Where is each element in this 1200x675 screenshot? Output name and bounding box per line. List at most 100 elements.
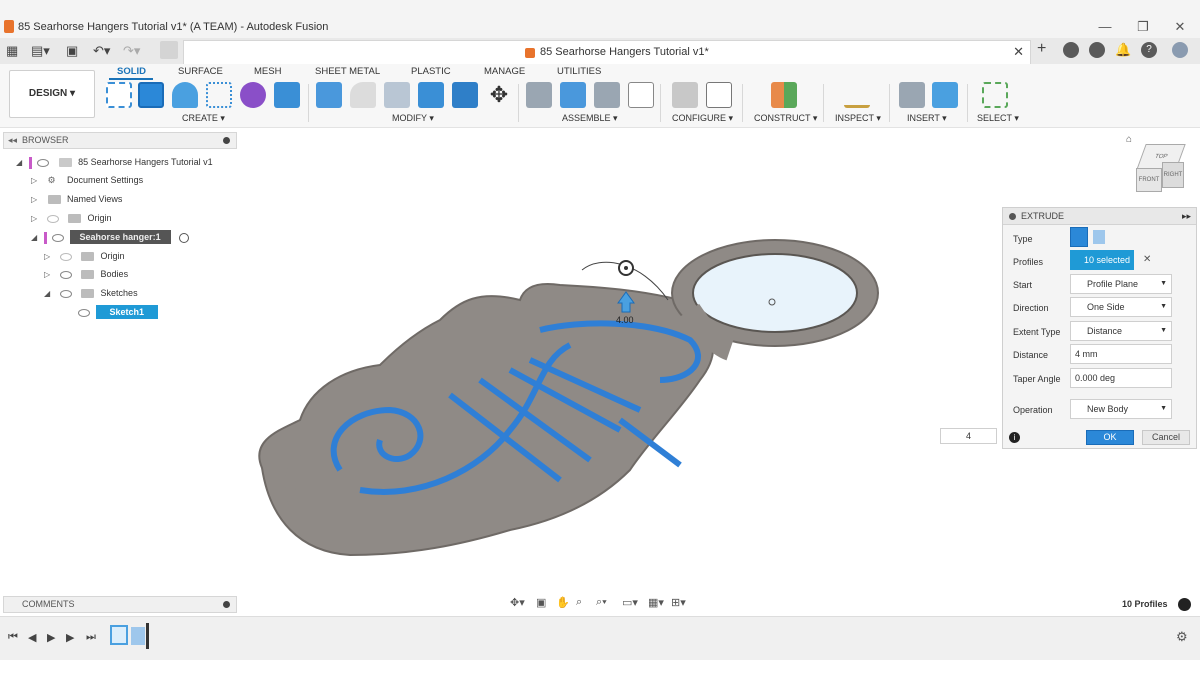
maximize-button[interactable]: ❐: [1133, 19, 1153, 35]
timeline-extrude-feature[interactable]: [131, 627, 145, 645]
distance-heads-up-input[interactable]: 4: [940, 428, 997, 444]
redo-icon[interactable]: ↷▾: [123, 43, 140, 59]
expand-icon[interactable]: ▷: [31, 210, 41, 227]
tab-sheet-metal[interactable]: SHEET METAL: [315, 66, 380, 77]
new-component-icon[interactable]: [526, 82, 552, 108]
tree-sketches[interactable]: ◢ Sketches: [44, 285, 138, 302]
hidden-eye-icon[interactable]: [59, 252, 72, 261]
distance-input[interactable]: 4 mm: [1070, 344, 1172, 364]
info-icon[interactable]: i: [1009, 432, 1020, 443]
configure-menu[interactable]: CONFIGURE ▾: [672, 113, 733, 124]
save-icon[interactable]: ▣: [66, 43, 78, 59]
extrude-icon[interactable]: [138, 82, 164, 108]
move-icon[interactable]: ✥: [486, 82, 512, 108]
select-menu[interactable]: SELECT ▾: [977, 113, 1019, 124]
construct-menu[interactable]: CONSTRUCT ▾: [754, 113, 817, 124]
insert-canvas-icon[interactable]: [932, 82, 958, 108]
box-icon[interactable]: [274, 82, 300, 108]
home-icon[interactable]: [160, 41, 178, 59]
collapse-icon[interactable]: ◢: [44, 285, 54, 302]
tab-manage[interactable]: MANAGE: [484, 66, 525, 77]
tab-utilities[interactable]: UTILITIES: [557, 66, 601, 77]
comments-header[interactable]: COMMENTS: [3, 596, 237, 613]
taper-angle-input[interactable]: 0.000 deg: [1070, 368, 1172, 388]
viewcube[interactable]: ⌂ TOP FRONT RIGHT: [1126, 132, 1198, 202]
status-icon[interactable]: [1178, 598, 1191, 611]
viewcube-front[interactable]: FRONT: [1136, 168, 1162, 192]
display-settings-icon[interactable]: ▭▾: [622, 596, 638, 609]
tab-mesh[interactable]: MESH: [254, 66, 281, 77]
form-icon[interactable]: [240, 82, 266, 108]
timeline-sketch-feature[interactable]: [110, 625, 128, 645]
timeline-first-icon[interactable]: ⏮: [8, 631, 18, 644]
expand-icon[interactable]: ▷: [44, 266, 54, 283]
hidden-eye-icon[interactable]: [46, 214, 59, 223]
close-window-button[interactable]: ✕: [1170, 19, 1190, 35]
collapse-arrows-icon[interactable]: ◂◂: [8, 133, 17, 148]
revolve-icon[interactable]: [172, 82, 198, 108]
viewcube-home-icon[interactable]: ⌂: [1126, 134, 1132, 145]
comments-panel[interactable]: COMMENTS: [3, 596, 237, 613]
profiles-selection-button[interactable]: 10 selected: [1070, 250, 1134, 270]
timeline-last-icon[interactable]: ⏭: [86, 631, 96, 644]
help-icon[interactable]: ?: [1141, 42, 1157, 58]
expand-dialog-icon[interactable]: ▸▸: [1182, 208, 1191, 225]
fillet-icon[interactable]: [350, 82, 376, 108]
collapse-icon[interactable]: ◢: [31, 229, 41, 246]
collapse-icon[interactable]: ◢: [16, 154, 26, 171]
insert-menu[interactable]: INSERT ▾: [907, 113, 947, 124]
document-tab[interactable]: 85 Searhorse Hangers Tutorial v1* ✕: [183, 40, 1031, 64]
configure-icon[interactable]: [672, 82, 698, 108]
visibility-eye-icon[interactable]: [37, 158, 50, 167]
tree-component-seahorse[interactable]: ◢ Seahorse hanger:1: [31, 229, 190, 246]
shell-icon[interactable]: [384, 82, 410, 108]
look-at-icon[interactable]: ▣: [536, 596, 546, 609]
tab-plastic[interactable]: PLASTIC: [411, 66, 451, 77]
assemble-menu[interactable]: ASSEMBLE ▾: [562, 113, 618, 124]
clear-selection-icon[interactable]: ✕: [1143, 254, 1151, 265]
tree-named-views[interactable]: ▷ Named Views: [31, 191, 122, 208]
measure-icon[interactable]: [844, 82, 870, 108]
select-icon[interactable]: [982, 82, 1008, 108]
file-menu-icon[interactable]: ▤▾: [31, 43, 50, 59]
timeline-previous-icon[interactable]: ◀: [28, 631, 36, 644]
create-menu[interactable]: CREATE ▾: [182, 113, 225, 124]
seahorse-hanger-body[interactable]: [258, 239, 879, 557]
timeline-play-icon[interactable]: ▶: [47, 631, 55, 644]
create-sketch-icon[interactable]: [106, 82, 132, 108]
timeline-next-icon[interactable]: ▶: [66, 631, 74, 644]
viewcube-right[interactable]: RIGHT: [1162, 162, 1184, 188]
direction-select[interactable]: One Side ▼: [1070, 297, 1172, 317]
user-avatar-icon[interactable]: [1172, 42, 1188, 58]
joint-icon[interactable]: [560, 82, 586, 108]
extensions-icon[interactable]: [1063, 42, 1079, 58]
close-tab-icon[interactable]: ✕: [1013, 44, 1024, 60]
comments-pin-icon[interactable]: [223, 601, 230, 608]
pan-icon[interactable]: ✋: [556, 596, 570, 609]
ok-button[interactable]: OK: [1086, 430, 1134, 445]
expand-icon[interactable]: ▷: [44, 248, 54, 265]
workspace-switcher[interactable]: DESIGN ▾: [9, 70, 95, 118]
sweep-icon[interactable]: [206, 82, 232, 108]
tab-surface[interactable]: SURFACE: [178, 66, 223, 77]
joint-origin-icon[interactable]: [628, 82, 654, 108]
activate-radio-icon[interactable]: [179, 232, 190, 243]
grid-settings-icon[interactable]: ▦▾: [648, 596, 664, 609]
operation-select[interactable]: New Body ▼: [1070, 399, 1172, 419]
tree-root[interactable]: ◢ 85 Searhorse Hangers Tutorial v1: [16, 154, 213, 171]
notifications-icon[interactable]: 🔔: [1115, 42, 1131, 58]
visibility-eye-icon[interactable]: [59, 289, 72, 298]
offset-plane-icon[interactable]: [771, 82, 797, 108]
as-built-joint-icon[interactable]: [594, 82, 620, 108]
tree-document-settings[interactable]: ▷ ⚙ Document Settings: [31, 172, 143, 189]
visibility-eye-icon[interactable]: [59, 270, 72, 279]
timeline-marker[interactable]: [146, 623, 149, 649]
visibility-eye-icon[interactable]: [52, 233, 65, 242]
modify-menu[interactable]: MODIFY ▾: [392, 113, 434, 124]
zoom-icon[interactable]: ⌕: [576, 596, 582, 609]
viewports-icon[interactable]: ⊞▾: [671, 596, 686, 609]
browser-header[interactable]: ◂◂ BROWSER: [3, 132, 237, 149]
extent-type-select[interactable]: Distance ▼: [1070, 321, 1172, 341]
extrude-header[interactable]: EXTRUDE ▸▸: [1003, 208, 1196, 225]
timeline-settings-icon[interactable]: ⚙: [1176, 629, 1188, 645]
